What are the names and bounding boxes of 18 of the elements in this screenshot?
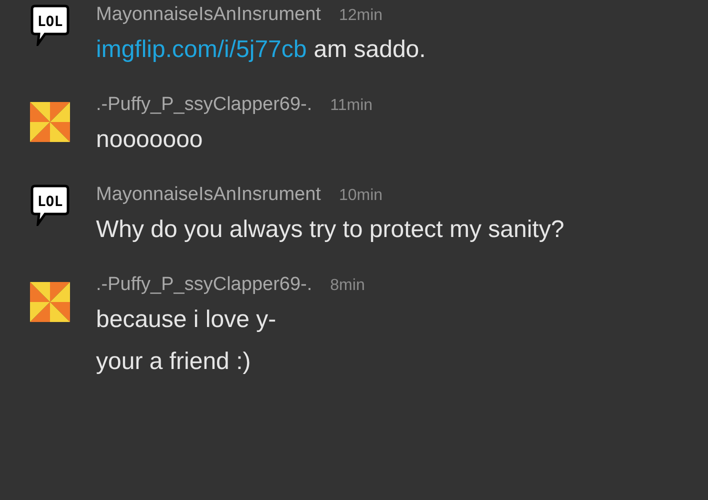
message-text: your a friend :) xyxy=(96,347,251,377)
pinwheel-avatar xyxy=(30,102,70,142)
speech-bubble-avatar: LOL xyxy=(30,4,70,46)
author-name[interactable]: MayonnaiseIsAnInsrument xyxy=(96,184,321,206)
author-name[interactable]: MayonnaiseIsAnInsrument xyxy=(96,4,321,26)
author-name[interactable]: .-Puffy_P_ssyClapper69-. xyxy=(96,274,312,296)
message-time: 11min xyxy=(330,97,373,115)
message-text: because i love y- xyxy=(96,305,276,335)
message-time: 12min xyxy=(338,7,383,25)
author-name[interactable]: .-Puffy_P_ssyClapper69-. xyxy=(96,94,312,116)
speech-bubble-avatar: LOL xyxy=(30,184,70,226)
pinwheel-avatar xyxy=(30,282,70,322)
message-link[interactable]: imgflip.com/i/5j77cb xyxy=(96,32,307,68)
message-text: Why do you always try to protect my sanity? xyxy=(96,215,564,245)
message-text: am saddo. xyxy=(314,35,426,65)
message-text: nooooooo xyxy=(96,125,203,155)
message-time: 10min xyxy=(338,187,383,205)
message-time: 8min xyxy=(330,277,365,295)
